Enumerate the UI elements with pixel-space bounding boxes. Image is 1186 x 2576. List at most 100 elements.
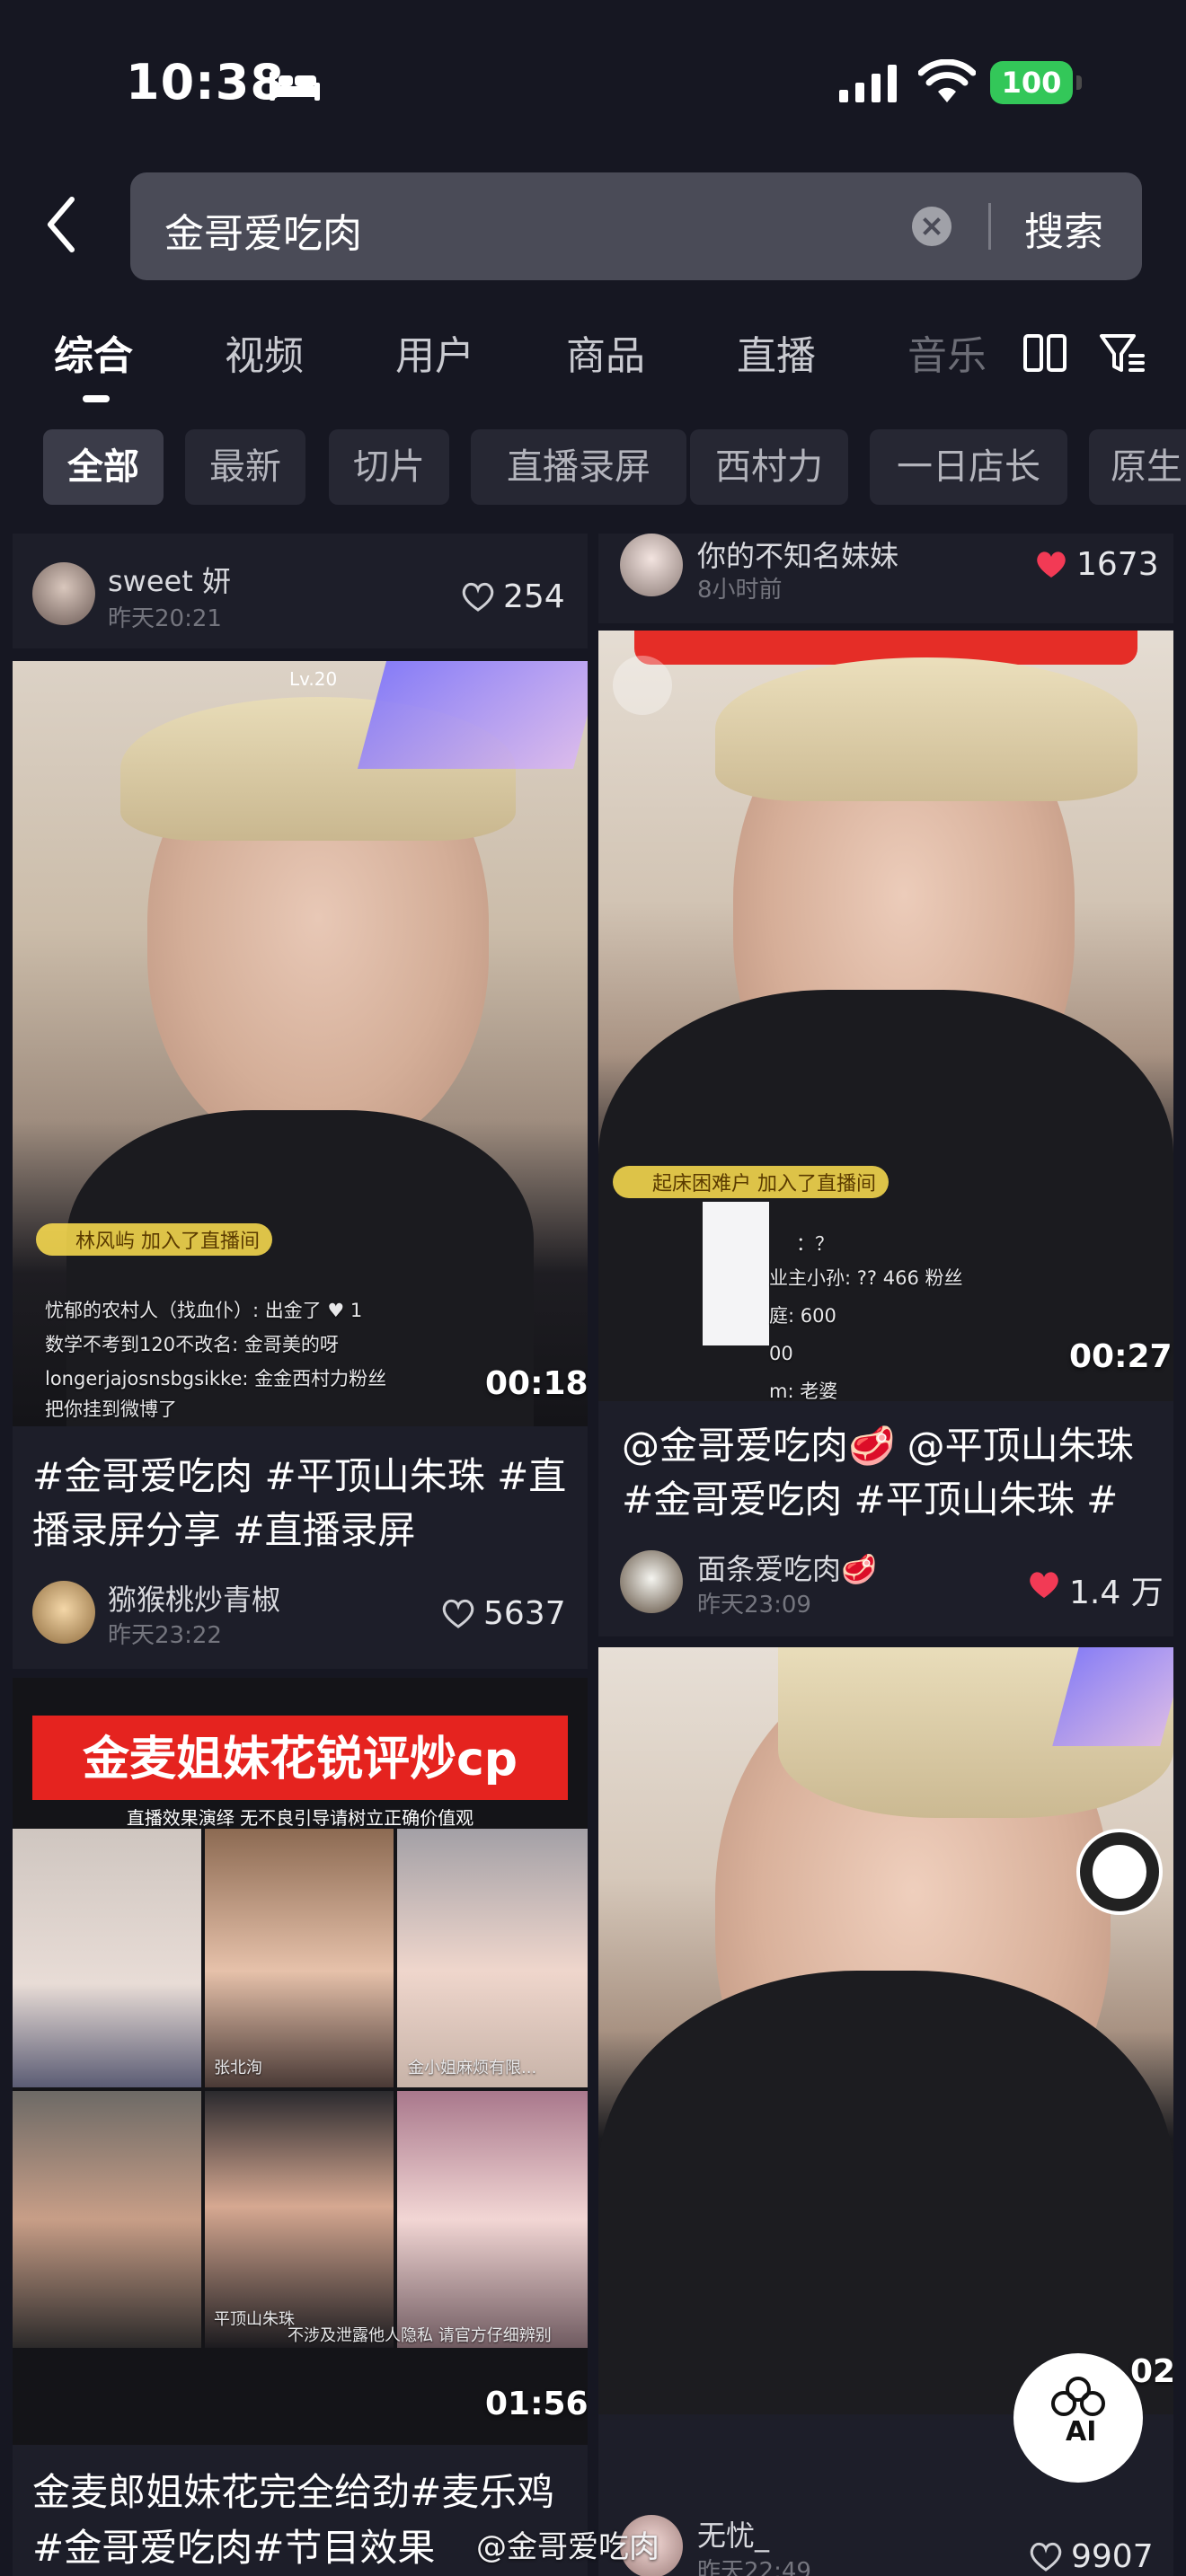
weibo-watermark: @金哥爱吃肉 (476, 2529, 659, 2565)
chat-line: 业主小孙: ?? 466 粉丝 (769, 1267, 963, 1289)
chip-one-day-manager[interactable]: 一日店长 (870, 429, 1067, 505)
author-name: 猕猴桃炒青椒 (108, 1583, 281, 1617)
chat-line: 忧郁的农村人（找血仆）: 出金了 ♥ 1 (45, 1300, 363, 1321)
card-footer[interactable]: #金哥爱吃肉 #平顶山朱珠 #直播录屏分享 #直播录屏 猕猴桃炒青椒 昨天23:… (13, 1426, 588, 1669)
post-time: 昨天20:21 (108, 605, 222, 632)
avatar (32, 1581, 95, 1644)
banner-subtitle: 直播效果演绎 无不良引导请树立正确价值观 (126, 1807, 474, 1829)
search-divider (988, 203, 991, 250)
join-notice: 林风屿 加入了直播间 (36, 1223, 272, 1256)
chip-all[interactable]: 全部 (43, 429, 164, 505)
video-caption: @金哥爱吃肉🥩 @平顶山朱珠 #金哥爱吃肉 #平顶山朱珠 #直… (622, 1424, 1134, 1522)
like-count: 254 (503, 578, 565, 615)
sleep-focus-icon (270, 72, 320, 101)
heart-outline-icon[interactable] (440, 1597, 476, 1629)
ai-label: AI (1066, 2416, 1097, 2448)
card-footer[interactable]: sweet 妍 昨天20:21 254 (13, 534, 588, 648)
grid-photo (13, 1829, 201, 2087)
shirt-figure (598, 1971, 1173, 2414)
tab-comprehensive[interactable]: 综合 (54, 323, 133, 381)
heart-filled-icon[interactable] (1033, 548, 1069, 580)
post-time: 昨天23:22 (108, 1622, 222, 1649)
like-count: 5637 (483, 1595, 566, 1632)
like-count: 9907 (1071, 2538, 1154, 2575)
grid-photo (13, 2091, 201, 2348)
grid-caption: 平顶山朱珠 (214, 2310, 295, 2329)
chat-line: 00 (769, 1343, 793, 1364)
card-footer[interactable]: @金哥爱吃肉🥩 @平顶山朱珠 #金哥爱吃肉 #平顶山朱珠 #直… 面条爱吃肉🥩 … (598, 1401, 1173, 1636)
hair-figure (715, 657, 1137, 801)
level-badge: Lv.20 (289, 668, 338, 690)
video-duration: 00:18 (485, 1365, 588, 1402)
filter-icon[interactable] (1098, 329, 1146, 377)
heart-outline-icon[interactable] (460, 580, 496, 613)
video-duration: 02 (1130, 2353, 1173, 2390)
author-name: 你的不知名妹妹 (697, 539, 899, 573)
active-tab-indicator (83, 395, 110, 402)
chat-line: ：？ (796, 1233, 834, 1255)
record-indicator (613, 656, 672, 715)
tab-users[interactable]: 用户 (395, 323, 474, 381)
chip-xicunli[interactable]: 西村力 (690, 429, 848, 505)
grid-photo (397, 2091, 588, 2348)
cellular-signal-icon (839, 65, 897, 102)
chat-line: longerjajosnsbgsikke: 金金西村力粉丝 (45, 1368, 387, 1389)
chat-line: 庭: 600 (769, 1305, 836, 1327)
wifi-icon (918, 59, 976, 102)
avatar (620, 1550, 683, 1613)
post-time: 8小时前 (697, 577, 783, 604)
video-thumbnail[interactable]: Lv.20 林风屿 加入了直播间 忧郁的农村人（找血仆）: 出金了 ♥ 1 数学… (13, 661, 588, 1426)
like-count: 1673 (1076, 546, 1159, 583)
ai-assistant-button[interactable]: AI (1013, 2353, 1143, 2483)
status-bar: 10:38 100 (0, 0, 1186, 171)
chip-latest[interactable]: 最新 (185, 429, 305, 505)
heart-filled-icon[interactable] (1026, 1568, 1062, 1601)
video-thumbnail[interactable]: 02 (598, 1647, 1173, 2414)
banner-title: 金麦姐妹花锐评炒cp (82, 1733, 518, 1786)
layout-toggle-icon[interactable] (1022, 331, 1067, 375)
filter-chips: 全部 最新 切片 直播录屏 西村力 一日店长 原生 (0, 429, 1186, 507)
redaction-block (703, 1202, 769, 1345)
clear-icon[interactable] (912, 207, 951, 246)
author-name: 面条爱吃肉🥩 (697, 1552, 877, 1586)
chat-line: 数学不考到120不改名: 金哥美的呀 (45, 1334, 339, 1355)
video-thumbnail[interactable]: 金麦姐妹花锐评炒cp 直播效果演绎 无不良引导请树立正确价值观 张北洵 金小姐麻… (13, 1678, 588, 2445)
search-bar[interactable]: 金哥爱吃肉 搜索 (130, 172, 1142, 280)
avatar (32, 562, 95, 625)
join-notice: 起床困难户 加入了直播间 (613, 1166, 889, 1198)
post-time: 昨天23:09 (697, 1592, 811, 1619)
chat-line: 把你挂到微博了 (45, 1398, 177, 1420)
video-caption: #金哥爱吃肉 #平顶山朱珠 #直播录屏分享 #直播录屏 (32, 1454, 567, 1552)
tab-videos[interactable]: 视频 (225, 323, 304, 381)
post-time: 昨天22:49 (697, 2558, 811, 2576)
like-count: 1.4 万 (1069, 1575, 1164, 1611)
grid-caption: 不涉及泄露他人隐私 请官方仔细辨别 (288, 2326, 552, 2345)
chip-original[interactable]: 原生 (1089, 429, 1186, 505)
video-duration: 00:27 (1069, 1338, 1173, 1375)
card-footer[interactable]: 你的不知名妹妹 8小时前 1673 (598, 534, 1173, 623)
author-name: sweet 妍 (108, 564, 231, 598)
tab-music[interactable]: 音乐 (907, 323, 987, 381)
category-tabs: 综合 视频 用户 商品 直播 音乐 (0, 314, 1186, 413)
tab-products[interactable]: 商品 (566, 323, 645, 381)
chat-line: m: 老婆 (769, 1381, 838, 1401)
heart-outline-icon[interactable] (1028, 2540, 1064, 2572)
fan-banner (357, 661, 588, 769)
tab-live[interactable]: 直播 (737, 323, 816, 381)
grid-caption: 张北洵 (214, 2059, 262, 2078)
chip-clips[interactable]: 切片 (329, 429, 449, 505)
chip-live-recording[interactable]: 直播录屏 (471, 429, 686, 505)
grid-caption: 金小姐麻烦有限... (408, 2059, 537, 2078)
back-arrow-icon[interactable] (36, 189, 90, 260)
battery-indicator: 100 (990, 61, 1082, 104)
author-name: 无忧_ (697, 2519, 770, 2553)
avatar (620, 534, 683, 596)
search-input[interactable]: 金哥爱吃肉 (164, 201, 362, 259)
grid-photo (205, 1829, 394, 2087)
status-time: 10:38 (126, 54, 285, 110)
video-thumbnail[interactable]: 起床困难户 加入了直播间 ：？ 业主小孙: ?? 466 粉丝 庭: 600 0… (598, 631, 1173, 1401)
floating-circle-button[interactable] (1080, 1832, 1159, 1911)
video-duration: 01:56 (485, 2386, 588, 2422)
search-button[interactable]: 搜索 (1024, 199, 1103, 257)
grid-photo (397, 1829, 588, 2087)
